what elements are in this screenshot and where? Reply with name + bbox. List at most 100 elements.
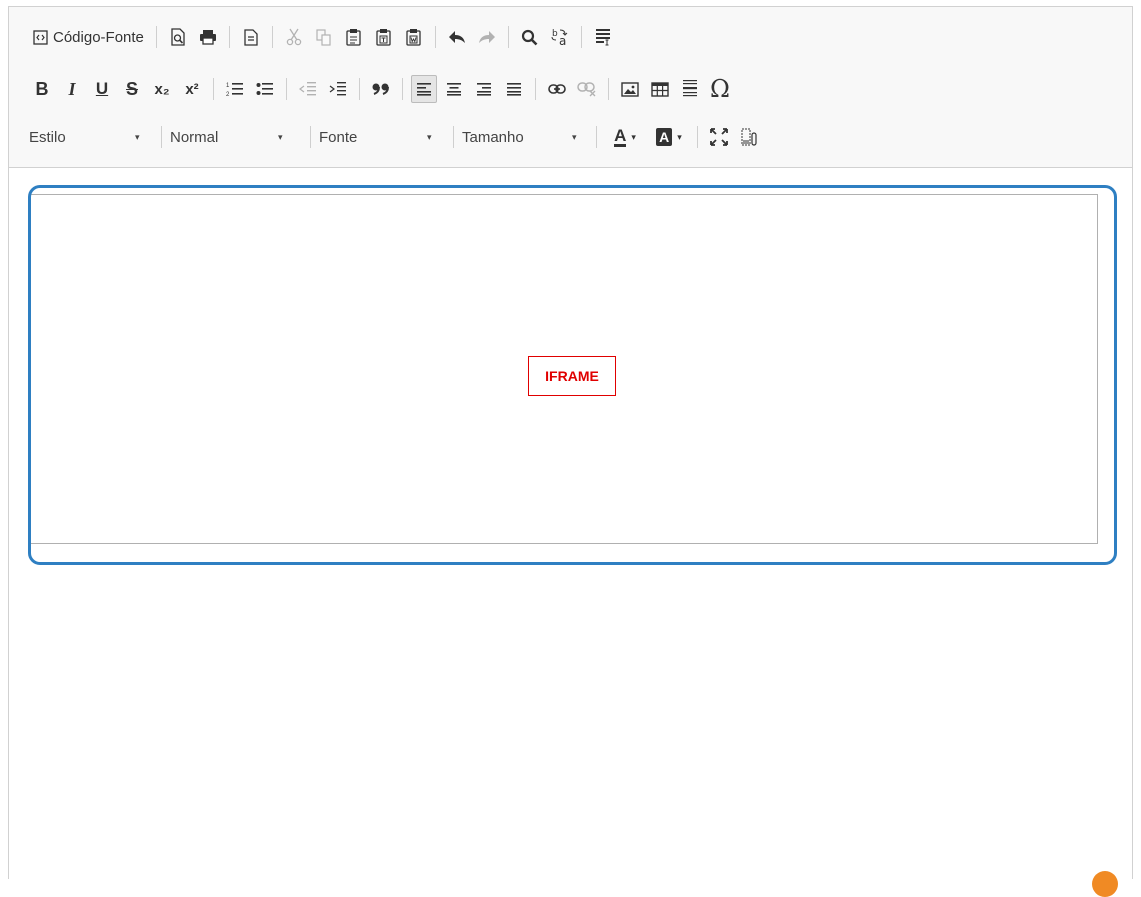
- clipboard-icon: [346, 28, 362, 46]
- toolbar-separator: [310, 126, 311, 148]
- paste-word-button[interactable]: [401, 23, 427, 51]
- toolbar-separator: [402, 78, 403, 100]
- chevron-down-icon: ▾: [677, 131, 682, 142]
- toolbar-separator: [507, 26, 509, 48]
- bulleted-list-icon: [256, 81, 274, 97]
- align-justify-button[interactable]: [501, 75, 527, 103]
- numbered-list-button[interactable]: 12: [222, 75, 248, 103]
- svg-text:b: b: [552, 29, 558, 39]
- table-button[interactable]: [647, 75, 673, 103]
- maximize-button[interactable]: [706, 123, 732, 151]
- table-icon: [651, 81, 669, 97]
- toolbar-row-2: B I U S x₂ x² 12 Ω: [29, 73, 1122, 105]
- underline-icon: U: [95, 79, 109, 98]
- align-left-button[interactable]: [411, 75, 437, 103]
- quote-icon: [372, 83, 390, 95]
- subscript-icon: x₂: [154, 80, 170, 98]
- blockquote-button[interactable]: [368, 75, 394, 103]
- redo-icon: [478, 30, 496, 44]
- paste-text-icon: [376, 28, 392, 46]
- toolbar-separator: [608, 78, 609, 100]
- toolbar-separator: [213, 78, 214, 100]
- bulleted-list-button[interactable]: [252, 75, 278, 103]
- toolbar-separator: [155, 26, 157, 48]
- text-color-button[interactable]: A ▾: [605, 123, 645, 151]
- scissors-icon: [286, 28, 302, 46]
- style-combo[interactable]: Estilo ▾: [29, 123, 157, 151]
- select-all-button[interactable]: [590, 23, 616, 51]
- bold-icon: B: [35, 78, 49, 99]
- source-code-button[interactable]: Código-Fonte: [29, 23, 148, 51]
- text-color-icon: A: [614, 126, 627, 147]
- paste-word-icon: [406, 28, 422, 46]
- toolbar-separator: [359, 78, 360, 100]
- style-combo-label: Estilo: [29, 128, 66, 146]
- background-color-button[interactable]: A ▾: [649, 123, 689, 151]
- cut-button[interactable]: [281, 23, 307, 51]
- horizontal-rule-icon: [682, 79, 698, 99]
- chevron-down-icon: ▾: [572, 131, 577, 142]
- unlink-button[interactable]: [574, 75, 600, 103]
- toolbar-separator: [697, 126, 698, 148]
- svg-text:a: a: [559, 34, 566, 47]
- find-button[interactable]: [517, 23, 543, 51]
- toolbar-separator: [228, 26, 230, 48]
- maximize-icon: [710, 128, 728, 146]
- underline-button[interactable]: U: [89, 75, 115, 103]
- replace-icon: ba: [550, 27, 570, 47]
- print-icon: [199, 29, 217, 45]
- format-combo[interactable]: Normal ▾: [170, 123, 306, 151]
- toolbar-separator: [161, 126, 162, 148]
- align-center-button[interactable]: [441, 75, 467, 103]
- templates-button[interactable]: [238, 23, 264, 51]
- show-blocks-button[interactable]: [736, 123, 762, 151]
- iframe-label: IFRAME: [528, 356, 616, 396]
- copy-button[interactable]: [311, 23, 337, 51]
- align-left-icon: [416, 82, 432, 96]
- outdent-button[interactable]: [295, 75, 321, 103]
- strikethrough-icon: S: [125, 78, 138, 99]
- toolbar-separator: [453, 126, 454, 148]
- document-icon: [244, 28, 258, 46]
- preview-button[interactable]: [165, 23, 191, 51]
- undo-button[interactable]: [444, 23, 470, 51]
- link-icon: [548, 83, 566, 95]
- svg-text:1: 1: [226, 83, 230, 89]
- toolbar-separator: [434, 26, 436, 48]
- notification-badge[interactable]: [1092, 871, 1118, 897]
- indent-button[interactable]: [325, 75, 351, 103]
- chevron-down-icon: ▾: [278, 131, 283, 142]
- image-button[interactable]: [617, 75, 643, 103]
- print-button[interactable]: [195, 23, 221, 51]
- paste-button[interactable]: [341, 23, 367, 51]
- copy-icon: [316, 28, 332, 46]
- toolbar-row-1: Código-Fonte b a: [29, 21, 1122, 53]
- horizontal-rule-button[interactable]: [677, 75, 703, 103]
- chevron-down-icon: ▾: [135, 131, 140, 142]
- toolbar-separator: [271, 26, 273, 48]
- align-right-button[interactable]: [471, 75, 497, 103]
- subscript-button[interactable]: x₂: [149, 75, 175, 103]
- replace-button[interactable]: ba: [547, 23, 573, 51]
- redo-button[interactable]: [474, 23, 500, 51]
- source-icon: [33, 29, 48, 45]
- size-combo[interactable]: Tamanho ▾: [462, 123, 592, 151]
- size-combo-label: Tamanho: [462, 128, 524, 146]
- special-char-button[interactable]: Ω: [707, 75, 733, 103]
- outdent-icon: [299, 81, 317, 97]
- image-icon: [621, 81, 639, 97]
- align-center-icon: [446, 82, 462, 96]
- link-button[interactable]: [544, 75, 570, 103]
- toolbar-separator: [596, 126, 597, 148]
- bold-button[interactable]: B: [29, 75, 55, 103]
- background-color-icon: A: [656, 128, 673, 146]
- paste-text-button[interactable]: [371, 23, 397, 51]
- strikethrough-button[interactable]: S: [119, 75, 145, 103]
- italic-button[interactable]: I: [59, 75, 85, 103]
- preview-icon: [170, 28, 186, 46]
- superscript-button[interactable]: x²: [179, 75, 205, 103]
- font-combo[interactable]: Fonte ▾: [319, 123, 449, 151]
- source-code-label: Código-Fonte: [53, 28, 144, 46]
- superscript-icon: x²: [185, 80, 199, 98]
- numbered-list-icon: 12: [226, 81, 244, 97]
